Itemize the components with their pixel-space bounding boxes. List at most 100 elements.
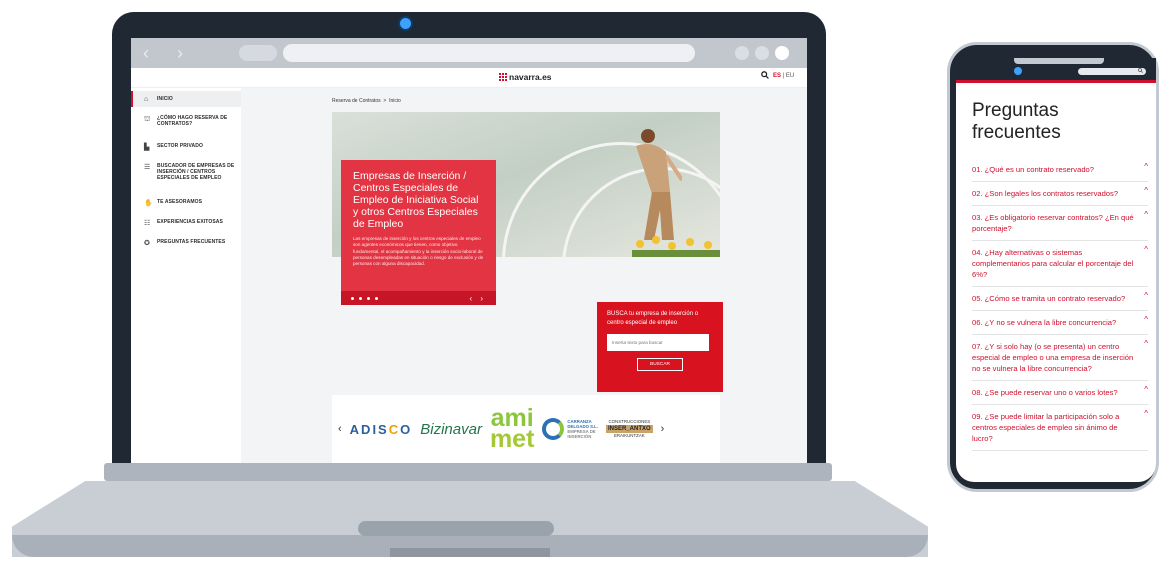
breadcrumb-current: Inicio [389, 98, 401, 104]
logo-text: navarra.es [509, 72, 552, 82]
faq-item[interactable]: 07. ¿Y si solo hay (o se presenta) un ce… [972, 335, 1148, 381]
window-dot [735, 46, 749, 60]
laptop-notch [390, 548, 550, 557]
buildings-icon: ▙ [144, 144, 150, 151]
chevron-left-icon[interactable]: ‹ [143, 43, 149, 63]
browser-toolbar: ‹ › [131, 38, 807, 68]
bizinavar-logo[interactable]: Bizinavar [420, 421, 482, 438]
chevron-up-icon: ^ [1144, 210, 1148, 219]
carranza-mark-icon [542, 418, 565, 440]
sidebar-item-label: ¿CÓMO HAGO RESERVA DE CONTRATOS? [157, 115, 228, 127]
sidebar-item-label: EXPERIENCIAS EXITOSAS [157, 219, 223, 225]
list-icon: ☰ [144, 164, 151, 171]
sidebar-item-asesoramos[interactable]: ✋ TE ASESORAMOS [131, 199, 241, 207]
inser-antxo-logo[interactable]: CONSTRUCCIONES INSER_ANTXO ERAIKUNTZAK [605, 419, 653, 439]
inser-text: CONSTRUCCIONES [608, 419, 651, 424]
bizinavar-text: Bizinavar [420, 420, 482, 438]
carousel-arrows[interactable]: ‹ › [469, 294, 486, 303]
chevron-up-icon: ^ [1144, 315, 1148, 324]
phone-screen: Preguntas frecuentes 01. ¿Qué es un cont… [956, 58, 1156, 482]
site-header: navarra.es ES | EU [131, 68, 807, 88]
carousel-dot[interactable] [359, 296, 362, 300]
search-icon[interactable] [761, 71, 769, 81]
carranza-logo[interactable]: CARRANZA DELGADO S.L. EMPRESA DE INSERCI… [542, 418, 598, 440]
laptop-screen: ‹ › navarra.es ES | EU ⌂ INICIO ⛫ ¿CÓMO … [131, 38, 807, 463]
sidebar-item-preguntas[interactable]: ✪ PREGUNTAS FRECUENTES [131, 239, 241, 247]
faq-question: 01. ¿Qué es un contrato reservado? [972, 165, 1094, 174]
adisco-text-accent: C [388, 421, 401, 437]
faq-item[interactable]: 08. ¿Se puede reservar uno o varios lote… [972, 381, 1148, 405]
sidebar-item-label: INICIO [157, 96, 173, 102]
faq-question: 09. ¿Se puede limitar la participación s… [972, 412, 1120, 443]
logos-prev-arrow[interactable]: ‹ [338, 423, 342, 435]
chevron-up-icon: ^ [1144, 291, 1148, 300]
flowers-decoration [632, 236, 720, 257]
institution-icon: ⛫ [144, 116, 151, 123]
faq-question: 04. ¿Hay alternativas o sistemas complem… [972, 248, 1134, 279]
window-dot [755, 46, 769, 60]
sidebar-item-label: TE ASESORAMOS [157, 199, 203, 205]
hero-carousel-controls: ‹ › [341, 291, 496, 305]
phone-accent-line [956, 80, 1156, 83]
breadcrumb-separator: > [383, 98, 387, 104]
gardener-figure [636, 129, 682, 240]
faq-item[interactable]: 06. ¿Y no se vulnera la libre concurrenc… [972, 311, 1148, 335]
search-box: BUSCA tu empresa de inserción o centro e… [597, 302, 723, 392]
sidebar-item-sector-privado[interactable]: ▙ SECTOR PRIVADO [131, 143, 241, 151]
chevron-up-icon: ^ [1144, 186, 1148, 195]
faq-item[interactable]: 04. ¿Hay alternativas o sistemas complem… [972, 241, 1148, 287]
sidebar-item-label: BUSCADOR DE EMPRESAS DE INSERCIÓN / CENT… [157, 163, 235, 181]
sidebar-item-label: SECTOR PRIVADO [157, 143, 203, 149]
sidebar-item-inicio[interactable]: ⌂ INICIO [131, 91, 241, 107]
phone-notch [1014, 58, 1104, 64]
adisco-text: ADIS [349, 421, 389, 437]
window-dot [775, 46, 789, 60]
phone-search-bar[interactable] [1078, 68, 1146, 75]
lang-es-link[interactable]: ES [773, 73, 781, 79]
faq-question: 07. ¿Y si solo hay (o se presenta) un ce… [972, 342, 1134, 373]
faq-list: 01. ¿Qué es un contrato reservado? ^ 02. … [972, 158, 1148, 451]
faq-item[interactable]: 09. ¿Se puede limitar la participación s… [972, 405, 1148, 451]
chevron-up-icon: ^ [1144, 409, 1148, 418]
faq-question: 06. ¿Y no se vulnera la libre concurrenc… [972, 318, 1117, 327]
chevron-up-icon: ^ [1144, 245, 1148, 254]
sidebar-item-experiencias[interactable]: ☷ EXPERIENCIAS EXITOSAS [131, 219, 241, 227]
address-bar[interactable] [283, 44, 695, 62]
chevron-up-icon: ^ [1144, 162, 1148, 171]
hero-title: Empresas de Inserción / Centros Especial… [353, 170, 479, 230]
language-switch: ES | EU [773, 73, 794, 79]
amimet-logo[interactable]: ami met [490, 406, 534, 452]
chevron-up-icon: ^ [1144, 339, 1148, 348]
sidebar-item-label: PREGUNTAS FRECUENTES [157, 239, 226, 245]
carranza-text: INSERCIÓN [567, 434, 592, 439]
sidebar-item-como-reservar[interactable]: ⛫ ¿CÓMO HAGO RESERVA DE CONTRATOS? [131, 115, 235, 127]
laptop-camera [400, 18, 411, 29]
carousel-dot[interactable] [367, 296, 370, 300]
faq-item[interactable]: 03. ¿Es obligatorio reservar contratos? … [972, 206, 1148, 241]
carousel-dot[interactable] [351, 296, 354, 300]
buscar-button[interactable]: BUSCAR [637, 358, 683, 371]
browser-tab[interactable] [239, 45, 277, 61]
help-icon: ✪ [144, 240, 150, 247]
logo-grid-icon [499, 73, 507, 81]
faq-question: 08. ¿Se puede reservar uno o varios lote… [972, 388, 1118, 397]
handshake-icon: ✋ [144, 200, 153, 207]
phone-camera [1014, 67, 1022, 75]
logos-next-arrow[interactable]: › [661, 423, 665, 435]
faq-item[interactable]: 05. ¿Cómo se tramita un contrato reserva… [972, 287, 1148, 311]
partner-logos-carousel: ‹ ADISCO Bizinavar ami met CARRANZA DELG… [332, 395, 720, 463]
sidebar: ⌂ INICIO ⛫ ¿CÓMO HAGO RESERVA DE CONTRAT… [131, 88, 241, 463]
hero-card: Empresas de Inserción / Centros Especial… [341, 160, 496, 305]
carousel-dot[interactable] [375, 296, 378, 300]
sidebar-item-buscador[interactable]: ☰ BUSCADOR DE EMPRESAS DE INSERCIÓN / CE… [131, 163, 235, 181]
faq-item[interactable]: 01. ¿Qué es un contrato reservado? ^ [972, 158, 1148, 182]
chevron-right-icon[interactable]: › [177, 43, 183, 63]
adisco-logo[interactable]: ADISCO [350, 422, 413, 437]
breadcrumb-link[interactable]: Reserva de Contratos [332, 98, 381, 104]
breadcrumb: Reserva de Contratos > Inicio [332, 98, 401, 104]
search-input[interactable] [607, 334, 709, 351]
faq-item[interactable]: 02. ¿Son legales los contratos reservado… [972, 182, 1148, 206]
lang-eu-link[interactable]: EU [786, 73, 794, 79]
search-box-title: BUSCA tu empresa de inserción o centro e… [607, 311, 699, 326]
navarra-logo[interactable]: navarra.es [499, 72, 552, 82]
